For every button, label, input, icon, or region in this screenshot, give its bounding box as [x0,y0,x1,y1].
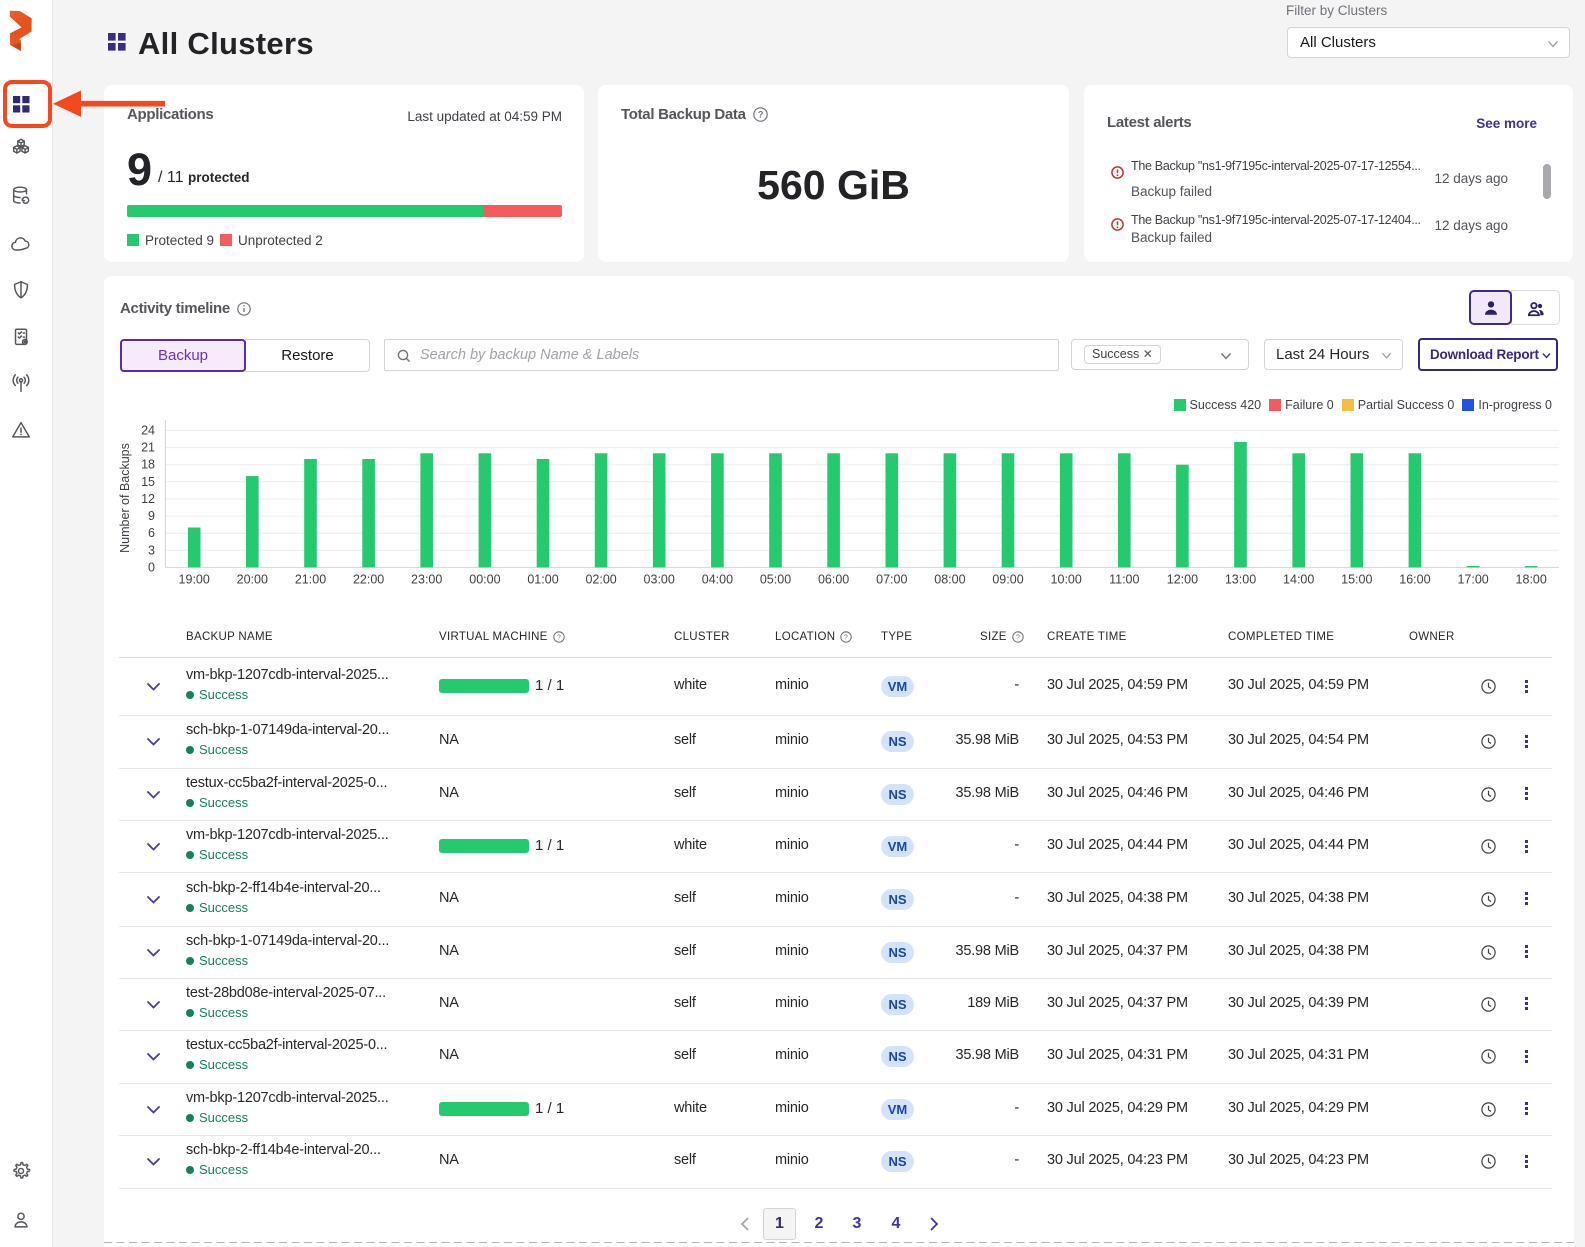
svg-text:23:00: 23:00 [411,573,442,587]
svg-text:04:00: 04:00 [702,573,733,587]
svg-text:08:00: 08:00 [934,573,965,587]
svg-text:10:00: 10:00 [1051,573,1082,587]
svg-text:12: 12 [141,492,155,506]
svg-text:00:00: 00:00 [469,573,500,587]
svg-text:?: ? [557,633,561,642]
svg-text:14:00: 14:00 [1283,573,1314,587]
svg-text:05:00: 05:00 [760,573,791,587]
svg-text:21: 21 [141,441,155,455]
svg-text:06:00: 06:00 [818,573,849,587]
svg-text:01:00: 01:00 [527,573,558,587]
svg-text:19:00: 19:00 [179,573,210,587]
svg-text:07:00: 07:00 [876,573,907,587]
svg-text:9: 9 [148,509,155,523]
svg-text:?: ? [1016,633,1020,642]
svg-text:24: 24 [141,424,155,438]
svg-text:15: 15 [141,475,155,489]
svg-text:?: ? [844,633,848,642]
svg-text:20:00: 20:00 [237,573,268,587]
svg-text:16:00: 16:00 [1399,573,1430,587]
svg-text:12:00: 12:00 [1167,573,1198,587]
svg-text:11:00: 11:00 [1109,573,1139,587]
svg-text:17:00: 17:00 [1457,573,1488,587]
svg-text:22:00: 22:00 [353,573,384,587]
svg-text:03:00: 03:00 [644,573,675,587]
svg-text:13:00: 13:00 [1225,573,1256,587]
svg-text:Number of Backups: Number of Backups [118,443,132,553]
svg-text:21:00: 21:00 [295,573,326,587]
svg-text:18: 18 [141,458,155,472]
svg-text:09:00: 09:00 [992,573,1023,587]
svg-text:6: 6 [148,526,155,540]
svg-text:0: 0 [148,560,155,574]
svg-text:02:00: 02:00 [585,573,616,587]
svg-text:3: 3 [148,543,155,557]
svg-text:?: ? [758,110,763,120]
svg-text:15:00: 15:00 [1341,573,1372,587]
svg-text:18:00: 18:00 [1516,573,1547,587]
